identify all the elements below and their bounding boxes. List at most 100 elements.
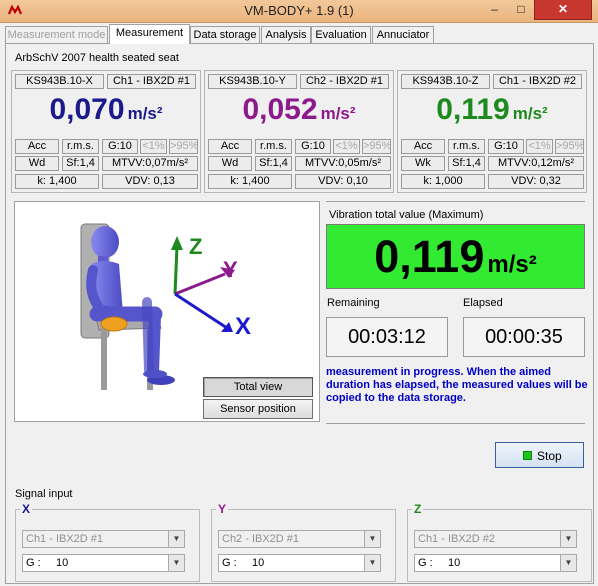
rms-label: r.m.s. [448,139,485,154]
chevron-down-icon[interactable]: ▼ [168,555,184,571]
tab-data-storage[interactable]: Data storage [190,26,260,43]
tab-measurement[interactable]: Measurement [109,24,190,44]
channel-select-y[interactable]: Ch2 - IBX2D #1 ▼ [218,530,381,548]
remaining-label: Remaining [327,297,380,309]
k-factor: k: 1,400 [208,174,292,189]
tab-analysis[interactable]: Analysis [261,26,311,43]
tab-measurement-mode: Measurement mode [5,26,108,43]
tab-evaluation[interactable]: Evaluation [311,26,371,43]
axis-y-label: Y [223,257,238,282]
sensor-label: KS943B.10-Y [208,74,297,89]
signal-group-x: X Ch1 - IBX2D #1 ▼ G : 10 ▼ [15,502,200,582]
signal-axis-y-label: Y [216,502,229,516]
acc-label: Acc [15,139,59,154]
gain-select-y[interactable]: G : 10 ▼ [218,554,381,572]
gain-select-value: 10 [56,557,69,569]
value-number: 0,119 [436,93,510,126]
underrange-indicator: <1% [526,139,553,154]
value-unit: m/s² [512,104,548,123]
channel-panel-x: KS943B.10-X Ch1 - IBX2D #1 0,070 m/s² Ac… [11,70,201,193]
acc-label: Acc [401,139,445,154]
chevron-down-icon[interactable]: ▼ [560,555,576,571]
axis-z-label: Z [189,234,202,259]
mtvv-label: MTVV:0,12m/s² [488,156,584,171]
channel-label: Ch1 - IBX2D #1 [107,74,196,89]
signal-group-y: Y Ch2 - IBX2D #1 ▼ G : 10 ▼ [211,502,396,582]
sensor-label: KS943B.10-X [15,74,104,89]
value-number: 0,052 [242,93,318,126]
close-button[interactable]: ✕ [534,0,592,20]
channel-select-value: Ch2 - IBX2D #1 [222,533,300,545]
axis-x-label: X [235,313,251,340]
weighting-label: Wd [15,156,59,171]
signal-input-label: Signal input [15,488,73,500]
gain-select-z[interactable]: G : 10 ▼ [414,554,577,572]
gain-label: G:10 [295,139,331,154]
remaining-time: 00:03:12 [326,317,448,357]
mtvv-label: MTVV:0,07m/s² [102,156,198,171]
value-number: 0,070 [49,93,125,126]
channel-value: 0,119 m/s² [398,88,586,132]
underrange-indicator: <1% [140,139,167,154]
channel-select-value: Ch1 - IBX2D #1 [26,533,104,545]
app-window: VM-BODY+ 1.9 (1) – □ ✕ Measurement mode … [0,0,598,586]
weighting-label: Wk [401,156,445,171]
value-unit: m/s² [127,104,163,123]
sensor-position-button[interactable]: Sensor position [203,399,313,419]
overrange-indicator: >95% [362,139,391,154]
channel-select-x[interactable]: Ch1 - IBX2D #1 ▼ [22,530,185,548]
axis-triad-icon [171,236,235,332]
vdv-label: VDV: 0,13 [102,174,198,189]
title-bar: VM-BODY+ 1.9 (1) – □ ✕ [0,0,598,23]
underrange-indicator: <1% [333,139,360,154]
channel-select-z[interactable]: Ch1 - IBX2D #2 ▼ [414,530,577,548]
vibration-total-label: Vibration total value (Maximum) [329,209,484,221]
chevron-down-icon[interactable]: ▼ [364,555,380,571]
channel-select-value: Ch1 - IBX2D #2 [418,533,496,545]
stop-icon [523,451,532,460]
channel-panel-y: KS943B.10-Y Ch2 - IBX2D #1 0,052 m/s² Ac… [204,70,394,193]
vibration-total-value: 0,119 [374,231,485,282]
divider [326,201,585,202]
channel-value: 0,070 m/s² [12,88,200,132]
stop-button[interactable]: Stop [495,442,584,468]
overrange-indicator: >95% [555,139,584,154]
channel-label: Ch2 - IBX2D #1 [300,74,389,89]
maximize-button[interactable]: □ [508,0,534,20]
elapsed-time: 00:00:35 [463,317,585,357]
sf-label: Sf:1,4 [255,156,292,171]
gain-select-label: G : [222,557,237,569]
total-view-button[interactable]: Total view [203,377,313,397]
status-message: measurement in progress. When the aimed … [326,366,588,404]
sensor-label: KS943B.10-Z [401,74,490,89]
elapsed-label: Elapsed [463,297,503,309]
vibration-total-unit: m/s² [487,251,537,278]
channel-panel-z: KS943B.10-Z Ch1 - IBX2D #2 0,119 m/s² Ac… [397,70,587,193]
value-unit: m/s² [320,104,356,123]
rms-label: r.m.s. [62,139,99,154]
gain-label: G:10 [102,139,138,154]
gain-select-value: 10 [448,557,461,569]
sf-label: Sf:1,4 [62,156,99,171]
stop-label: Stop [537,449,562,463]
vibration-total-display: 0,119 m/s² [326,224,585,289]
channel-label: Ch1 - IBX2D #2 [493,74,582,89]
overrange-indicator: >95% [169,139,198,154]
chevron-down-icon[interactable]: ▼ [560,531,576,547]
section-title: ArbSchV 2007 health seated seat [15,52,179,64]
signal-group-z: Z Ch1 - IBX2D #2 ▼ G : 10 ▼ [407,502,592,582]
k-factor: k: 1,400 [15,174,99,189]
gain-select-x[interactable]: G : 10 ▼ [22,554,185,572]
sensor-figure-panel: Z Y X Total view Sensor position [14,201,320,422]
vdv-label: VDV: 0,32 [488,174,584,189]
signal-axis-x-label: X [20,502,33,516]
mtvv-label: MTVV:0,05m/s² [295,156,391,171]
minimize-button[interactable]: – [481,0,508,20]
gain-select-label: G : [418,557,433,569]
chevron-down-icon[interactable]: ▼ [168,531,184,547]
acc-label: Acc [208,139,252,154]
tab-annuciator[interactable]: Annuciator [372,26,434,43]
k-factor: k: 1,000 [401,174,485,189]
chevron-down-icon[interactable]: ▼ [364,531,380,547]
gain-select-label: G : [26,557,41,569]
